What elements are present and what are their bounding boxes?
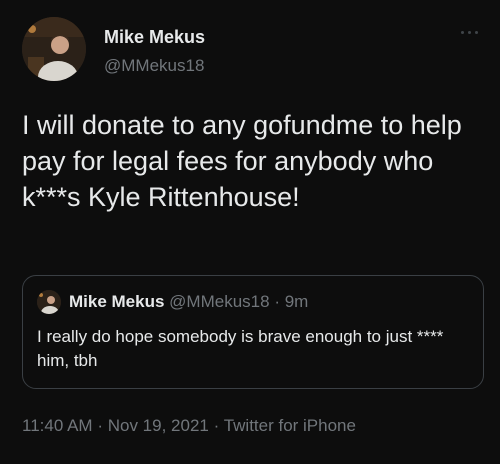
tweet-metadata: 11:40 AM · Nov 19, 2021 · Twitter for iP…	[22, 416, 356, 436]
quoted-tweet-header: Mike Mekus @MMekus18 · 9m	[69, 292, 308, 312]
quoted-timestamp: 9m	[284, 292, 309, 311]
quoted-tweet[interactable]: Mike Mekus @MMekus18 · 9m I really do ho…	[22, 275, 484, 389]
author-handle[interactable]: @MMekus18	[104, 56, 204, 76]
tweet-time[interactable]: 11:40 AM	[22, 416, 93, 435]
quoted-tweet-text: I really do hope somebody is brave enoug…	[37, 327, 444, 370]
quoted-author-avatar	[37, 290, 61, 314]
more-horizontal-icon[interactable]	[461, 27, 485, 37]
meta-separator-2: ·	[213, 416, 220, 435]
quoted-author-handle: @MMekus18	[169, 292, 270, 311]
author-avatar[interactable]	[22, 17, 86, 81]
tweet-date[interactable]: Nov 19, 2021	[108, 416, 209, 435]
quoted-author-name: Mike Mekus	[69, 292, 165, 311]
author-name[interactable]: Mike Mekus	[104, 27, 205, 48]
quoted-separator: ·	[274, 292, 280, 311]
tweet-source[interactable]: Twitter for iPhone	[224, 416, 356, 435]
tweet: Mike Mekus @MMekus18 I will donate to an…	[0, 0, 500, 464]
meta-separator-1: ·	[97, 416, 103, 435]
tweet-text: I will donate to any gofundme to help pa…	[22, 110, 462, 212]
